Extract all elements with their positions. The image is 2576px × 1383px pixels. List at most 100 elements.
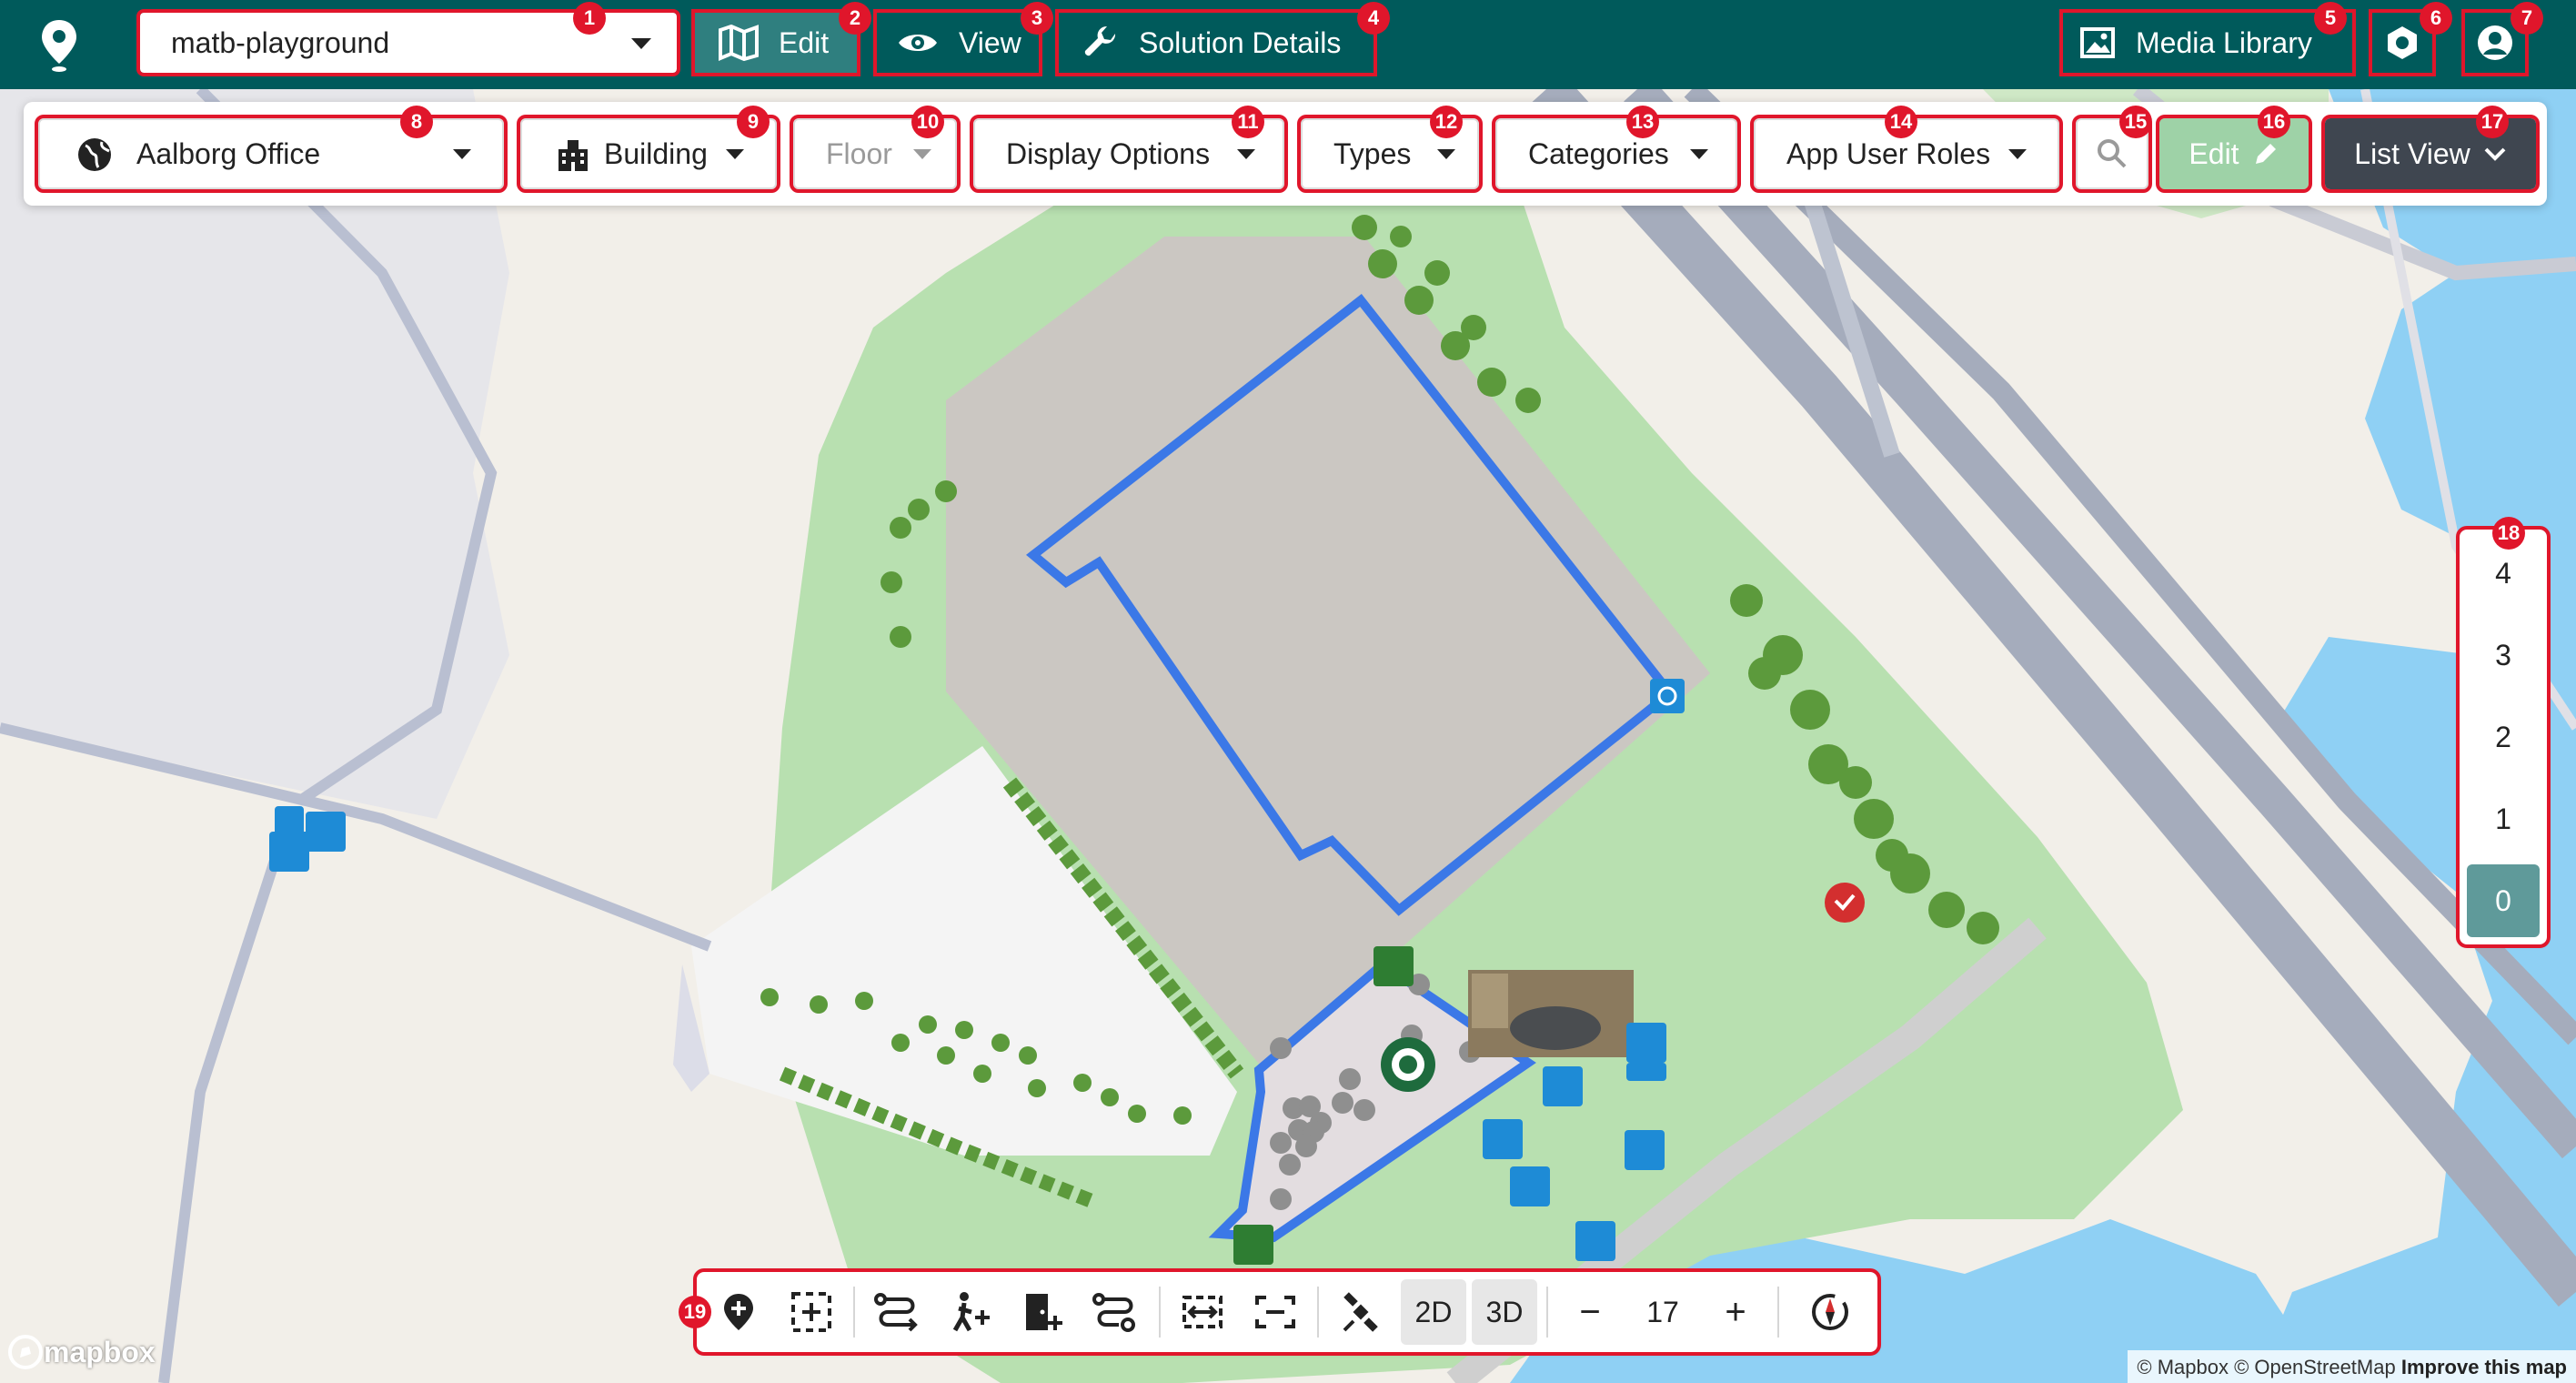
solution-details-button[interactable]: Solution Details xyxy=(1055,9,1377,76)
3d-mode-button[interactable]: 3D xyxy=(1472,1279,1537,1345)
compass-button[interactable] xyxy=(1797,1279,1863,1345)
map-attribution: © Mapbox © OpenStreetMap Improve this ma… xyxy=(2128,1350,2576,1383)
annotation-badge: 3 xyxy=(1021,2,1053,35)
annotation-badge: 14 xyxy=(1885,106,1917,138)
fit-width-icon xyxy=(1182,1296,1223,1328)
venue-name: Aalborg Office xyxy=(136,136,321,170)
display-options-label: Display Options xyxy=(1006,136,1211,170)
chevron-down-icon xyxy=(726,149,744,159)
media-library-label: Media Library xyxy=(2136,25,2312,59)
wrench-icon xyxy=(1084,25,1116,56)
floor-button-2[interactable]: 2 xyxy=(2467,701,2540,773)
annotation-badge: 1 xyxy=(573,2,606,35)
annotation-badge: 6 xyxy=(2420,2,2452,35)
map-icon xyxy=(719,25,759,61)
hexagon-settings-icon xyxy=(2388,26,2417,59)
chevron-down-icon xyxy=(453,149,471,159)
mapbox-icon xyxy=(8,1335,43,1369)
route-connection-icon xyxy=(1092,1293,1135,1332)
categories-label: Categories xyxy=(1528,136,1669,170)
edit-mode-button[interactable]: Edit xyxy=(691,9,860,76)
divider xyxy=(853,1287,855,1338)
mapbox-logo[interactable]: mapbox xyxy=(7,1334,156,1370)
annotation-badge: 15 xyxy=(2119,106,2152,138)
annotation-badge: 16 xyxy=(2258,106,2290,138)
annotation-badge: 2 xyxy=(839,2,871,35)
chevron-down-icon xyxy=(1237,149,1255,159)
add-route-button[interactable] xyxy=(864,1279,930,1345)
venue-selector[interactable]: Aalborg Office xyxy=(35,115,508,193)
chevron-down-icon xyxy=(631,38,651,49)
annotation-badge: 11 xyxy=(1232,106,1264,138)
add-location-button[interactable] xyxy=(706,1279,771,1345)
globe-icon xyxy=(78,138,111,171)
annotation-badge: 4 xyxy=(1357,2,1390,35)
chevron-down-icon xyxy=(1690,149,1708,159)
view-mode-button[interactable]: View xyxy=(873,9,1042,76)
building-icon xyxy=(558,140,588,171)
mapbox-logo-text: mapbox xyxy=(44,1335,156,1368)
chevron-down-icon xyxy=(1437,149,1455,159)
media-library-button[interactable]: Media Library xyxy=(2059,9,2356,76)
floor-selector-panel: 4 3 2 1 0 xyxy=(2456,526,2551,948)
image-icon xyxy=(2080,27,2115,58)
route-icon xyxy=(874,1293,918,1332)
add-connection-button[interactable] xyxy=(1082,1279,1148,1345)
area-plus-icon xyxy=(791,1292,831,1332)
zoom-level: 17 xyxy=(1646,1295,1679,1328)
improve-map-link[interactable]: Improve this map xyxy=(2401,1356,2567,1378)
fit-width-button[interactable] xyxy=(1170,1279,1235,1345)
user-circle-icon xyxy=(2478,25,2512,60)
annotation-badge: 19 xyxy=(679,1296,711,1328)
eye-icon xyxy=(899,35,937,51)
building-label: Building xyxy=(604,136,708,170)
pencil-icon xyxy=(2255,144,2276,164)
chevron-down-icon xyxy=(913,149,931,159)
floor-button-0[interactable]: 0 xyxy=(2467,864,2540,937)
satellite-toggle-button[interactable] xyxy=(1328,1279,1394,1345)
annotation-badge: 5 xyxy=(2314,2,2347,35)
add-area-button[interactable] xyxy=(779,1279,844,1345)
view-mode-label: View xyxy=(959,25,1021,59)
annotation-badge: 7 xyxy=(2511,2,2543,35)
fit-bounds-icon xyxy=(1255,1296,1295,1328)
app-user-roles-label: App User Roles xyxy=(1786,136,1991,170)
annotation-badge: 12 xyxy=(1430,106,1463,138)
divider xyxy=(1546,1287,1548,1338)
divider xyxy=(1777,1287,1779,1338)
divider xyxy=(1159,1287,1161,1338)
top-navigation-bar: matb-playground Edit View Solution Detai… xyxy=(0,0,2576,89)
compass-icon xyxy=(1812,1294,1848,1330)
fit-bounds-button[interactable] xyxy=(1243,1279,1308,1345)
edit-button-label: Edit xyxy=(2189,136,2239,170)
attribution-text[interactable]: © Mapbox © OpenStreetMap xyxy=(2137,1356,2395,1378)
zoom-in-button[interactable]: + xyxy=(1703,1279,1768,1345)
add-walkway-button[interactable] xyxy=(937,1279,1002,1345)
edit-mode-label: Edit xyxy=(779,25,830,59)
annotation-badge: 17 xyxy=(2476,106,2509,138)
annotation-badge: 10 xyxy=(911,106,944,138)
map-canvas[interactable] xyxy=(0,89,2576,1383)
floor-button-3[interactable]: 3 xyxy=(2467,619,2540,692)
chevron-down-icon xyxy=(2484,147,2506,161)
annotation-badge: 8 xyxy=(400,106,433,138)
solution-details-label: Solution Details xyxy=(1139,25,1342,59)
floor-label: Floor xyxy=(826,136,892,170)
solution-name: matb-playground xyxy=(171,25,390,59)
mapspeople-logo-icon[interactable] xyxy=(36,18,82,73)
annotation-badge: 9 xyxy=(737,106,770,138)
types-label: Types xyxy=(1333,136,1412,170)
chevron-down-icon xyxy=(2008,149,2027,159)
add-door-button[interactable] xyxy=(1010,1279,1075,1345)
person-walking-plus-icon xyxy=(952,1292,990,1332)
zoom-out-button[interactable]: − xyxy=(1557,1279,1623,1345)
search-icon xyxy=(2098,139,2127,168)
floor-button-1[interactable]: 1 xyxy=(2467,782,2540,855)
door-plus-icon xyxy=(1026,1294,1062,1330)
categories-dropdown[interactable]: Categories xyxy=(1492,115,1741,193)
2d-mode-button[interactable]: 2D xyxy=(1401,1279,1466,1345)
annotation-badge: 18 xyxy=(2492,517,2525,550)
satellite-icon xyxy=(1343,1292,1378,1332)
divider xyxy=(1317,1287,1319,1338)
annotation-badge: 13 xyxy=(1626,106,1659,138)
